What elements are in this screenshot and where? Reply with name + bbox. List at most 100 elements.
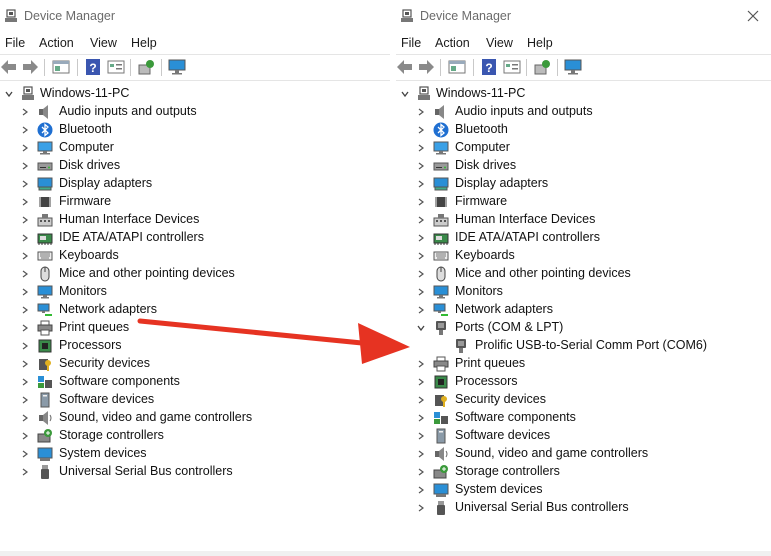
help-icon[interactable]: ? bbox=[84, 59, 102, 75]
tree-item-disk-drives[interactable]: Disk drives bbox=[396, 157, 771, 175]
chevron-right-icon[interactable] bbox=[416, 251, 426, 261]
chevron-right-icon[interactable] bbox=[20, 197, 30, 207]
chevron-right-icon[interactable] bbox=[416, 161, 426, 171]
tree-item-storage-controllers[interactable]: Storage controllers bbox=[0, 427, 390, 445]
chevron-right-icon[interactable] bbox=[20, 143, 30, 153]
tree-item-computer[interactable]: Computer bbox=[396, 139, 771, 157]
tree-item-system-devices[interactable]: System devices bbox=[0, 445, 390, 463]
tree-item-network-adapters[interactable]: Network adapters bbox=[396, 301, 771, 319]
chevron-right-icon[interactable] bbox=[416, 107, 426, 117]
chevron-right-icon[interactable] bbox=[416, 413, 426, 423]
chevron-right-icon[interactable] bbox=[416, 467, 426, 477]
chevron-right-icon[interactable] bbox=[20, 449, 30, 459]
chevron-down-icon[interactable] bbox=[4, 89, 14, 99]
tree-item-universal-serial-bus-controllers[interactable]: Universal Serial Bus controllers bbox=[396, 499, 771, 517]
tree-item-mice-and-other-pointing-devices[interactable]: Mice and other pointing devices bbox=[0, 265, 390, 283]
tree-item-processors[interactable]: Processors bbox=[0, 337, 390, 355]
properties-icon[interactable] bbox=[52, 59, 70, 75]
tree-item-computer[interactable]: Computer bbox=[0, 139, 390, 157]
chevron-right-icon[interactable] bbox=[416, 125, 426, 135]
tree-item-system-devices[interactable]: System devices bbox=[396, 481, 771, 499]
chevron-down-icon[interactable] bbox=[416, 323, 426, 333]
chevron-right-icon[interactable] bbox=[20, 377, 30, 387]
tree-item-bluetooth[interactable]: Bluetooth bbox=[0, 121, 390, 139]
tree-item-network-adapters[interactable]: Network adapters bbox=[0, 301, 390, 319]
monitor-icon[interactable] bbox=[168, 59, 186, 75]
monitor-icon[interactable] bbox=[564, 59, 582, 75]
tree-item-audio-inputs-and-outputs[interactable]: Audio inputs and outputs bbox=[396, 103, 771, 121]
menu-help[interactable]: Help bbox=[527, 36, 553, 50]
chevron-right-icon[interactable] bbox=[20, 125, 30, 135]
menu-help[interactable]: Help bbox=[131, 36, 157, 50]
tree-item-ports-com-lpt[interactable]: Ports (COM & LPT) bbox=[396, 319, 771, 337]
chevron-right-icon[interactable] bbox=[20, 287, 30, 297]
chevron-right-icon[interactable] bbox=[20, 413, 30, 423]
chevron-right-icon[interactable] bbox=[20, 251, 30, 261]
tree-item-disk-drives[interactable]: Disk drives bbox=[0, 157, 390, 175]
tree-item-monitors[interactable]: Monitors bbox=[0, 283, 390, 301]
chevron-right-icon[interactable] bbox=[416, 431, 426, 441]
back-arrow-icon[interactable] bbox=[0, 59, 18, 75]
tree-item-display-adapters[interactable]: Display adapters bbox=[0, 175, 390, 193]
forward-arrow-icon[interactable] bbox=[417, 59, 435, 75]
chevron-right-icon[interactable] bbox=[416, 377, 426, 387]
tree-item-security-devices[interactable]: Security devices bbox=[396, 391, 771, 409]
menu-view[interactable]: View bbox=[90, 36, 117, 50]
tree-item-ide-ata-atapi-controllers[interactable]: IDE ATA/ATAPI controllers bbox=[396, 229, 771, 247]
tree-item-bluetooth[interactable]: Bluetooth bbox=[396, 121, 771, 139]
chevron-right-icon[interactable] bbox=[20, 179, 30, 189]
forward-arrow-icon[interactable] bbox=[21, 59, 39, 75]
chevron-right-icon[interactable] bbox=[20, 359, 30, 369]
tree-item-keyboards[interactable]: Keyboards bbox=[0, 247, 390, 265]
chevron-right-icon[interactable] bbox=[416, 485, 426, 495]
chevron-right-icon[interactable] bbox=[20, 269, 30, 279]
chevron-right-icon[interactable] bbox=[20, 467, 30, 477]
back-arrow-icon[interactable] bbox=[396, 59, 414, 75]
tree-item-security-devices[interactable]: Security devices bbox=[0, 355, 390, 373]
chevron-right-icon[interactable] bbox=[416, 233, 426, 243]
tree-device-item[interactable]: Prolific USB-to-Serial Comm Port (COM6) bbox=[396, 337, 771, 355]
tree-item-mice-and-other-pointing-devices[interactable]: Mice and other pointing devices bbox=[396, 265, 771, 283]
chevron-right-icon[interactable] bbox=[416, 143, 426, 153]
tree-item-firmware[interactable]: Firmware bbox=[0, 193, 390, 211]
chevron-right-icon[interactable] bbox=[416, 179, 426, 189]
menu-view[interactable]: View bbox=[486, 36, 513, 50]
chevron-right-icon[interactable] bbox=[20, 215, 30, 225]
chevron-right-icon[interactable] bbox=[416, 359, 426, 369]
chevron-down-icon[interactable] bbox=[400, 89, 410, 99]
chevron-right-icon[interactable] bbox=[416, 305, 426, 315]
chevron-right-icon[interactable] bbox=[20, 161, 30, 171]
tree-item-software-devices[interactable]: Software devices bbox=[0, 391, 390, 409]
tree-item-firmware[interactable]: Firmware bbox=[396, 193, 771, 211]
chevron-right-icon[interactable] bbox=[416, 215, 426, 225]
tree-item-display-adapters[interactable]: Display adapters bbox=[396, 175, 771, 193]
chevron-right-icon[interactable] bbox=[20, 323, 30, 333]
menu-action[interactable]: Action bbox=[435, 36, 470, 50]
tree-item-universal-serial-bus-controllers[interactable]: Universal Serial Bus controllers bbox=[0, 463, 390, 481]
chevron-right-icon[interactable] bbox=[416, 269, 426, 279]
chevron-right-icon[interactable] bbox=[416, 287, 426, 297]
close-icon[interactable] bbox=[741, 6, 765, 26]
tree-item-processors[interactable]: Processors bbox=[396, 373, 771, 391]
tree-item-human-interface-devices[interactable]: Human Interface Devices bbox=[0, 211, 390, 229]
tree-item-sound-video-and-game-controllers[interactable]: Sound, video and game controllers bbox=[0, 409, 390, 427]
scan-hardware-icon[interactable] bbox=[137, 59, 155, 75]
view-icon[interactable] bbox=[503, 59, 521, 75]
tree-item-keyboards[interactable]: Keyboards bbox=[396, 247, 771, 265]
tree-item-monitors[interactable]: Monitors bbox=[396, 283, 771, 301]
chevron-right-icon[interactable] bbox=[416, 395, 426, 405]
scan-hardware-icon[interactable] bbox=[533, 59, 551, 75]
tree-root[interactable]: Windows-11-PC bbox=[0, 85, 390, 103]
tree-item-print-queues[interactable]: Print queues bbox=[0, 319, 390, 337]
chevron-right-icon[interactable] bbox=[20, 341, 30, 351]
help-icon[interactable]: ? bbox=[480, 59, 498, 75]
tree-item-software-devices[interactable]: Software devices bbox=[396, 427, 771, 445]
chevron-right-icon[interactable] bbox=[20, 431, 30, 441]
chevron-right-icon[interactable] bbox=[20, 305, 30, 315]
tree-item-human-interface-devices[interactable]: Human Interface Devices bbox=[396, 211, 771, 229]
tree-item-sound-video-and-game-controllers[interactable]: Sound, video and game controllers bbox=[396, 445, 771, 463]
menu-file[interactable]: File bbox=[5, 36, 25, 50]
tree-item-software-components[interactable]: Software components bbox=[0, 373, 390, 391]
tree-item-audio-inputs-and-outputs[interactable]: Audio inputs and outputs bbox=[0, 103, 390, 121]
properties-icon[interactable] bbox=[448, 59, 466, 75]
